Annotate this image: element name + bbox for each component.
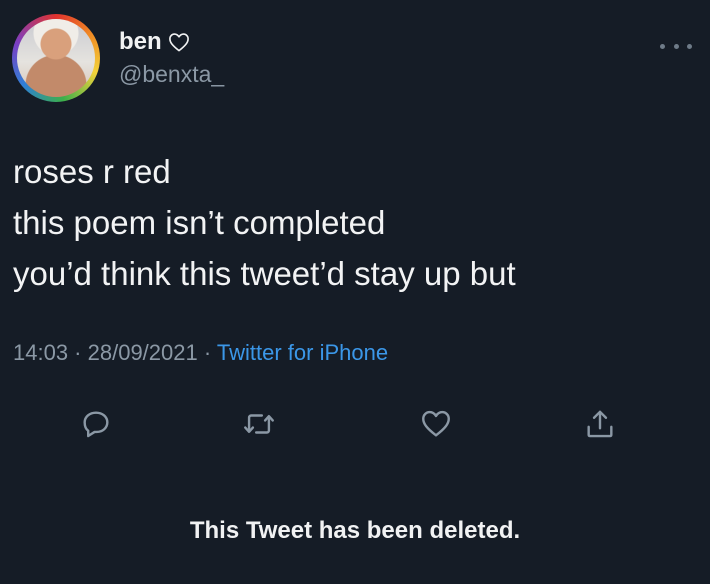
more-options-icon[interactable] (660, 36, 692, 56)
meta-separator: · (197, 340, 217, 365)
avatar[interactable] (12, 14, 100, 102)
heart-emoji-icon (168, 33, 189, 52)
like-button[interactable] (416, 404, 456, 444)
reply-icon (83, 411, 109, 438)
meta-separator: · (68, 340, 88, 365)
tweet-line: this poem isn’t completed (13, 204, 386, 241)
tweet-text: roses r red this poem isn’t completed yo… (13, 146, 516, 299)
tweet-line: roses r red (13, 153, 171, 190)
tweet-date[interactable]: 28/09/2021 (88, 340, 198, 365)
heart-icon (422, 410, 450, 437)
retweet-icon (244, 414, 274, 434)
tweet-metadata: 14:03 · 28/09/2021 · Twitter for iPhone (13, 342, 388, 364)
retweet-button[interactable] (239, 404, 279, 444)
tweet-time[interactable]: 14:03 (13, 340, 68, 365)
tweet-source-link[interactable]: Twitter for iPhone (217, 340, 388, 365)
reply-button[interactable] (76, 404, 116, 444)
share-button[interactable] (580, 404, 620, 444)
display-name[interactable]: ben (119, 30, 162, 54)
user-handle[interactable]: @benxta_ (119, 63, 224, 86)
share-icon (587, 410, 613, 438)
deleted-notice: This Tweet has been deleted. (189, 517, 521, 544)
tweet-line: you’d think this tweet’d stay up but (13, 255, 516, 292)
avatar-photo (17, 19, 95, 97)
display-name-row[interactable]: ben (119, 30, 190, 54)
